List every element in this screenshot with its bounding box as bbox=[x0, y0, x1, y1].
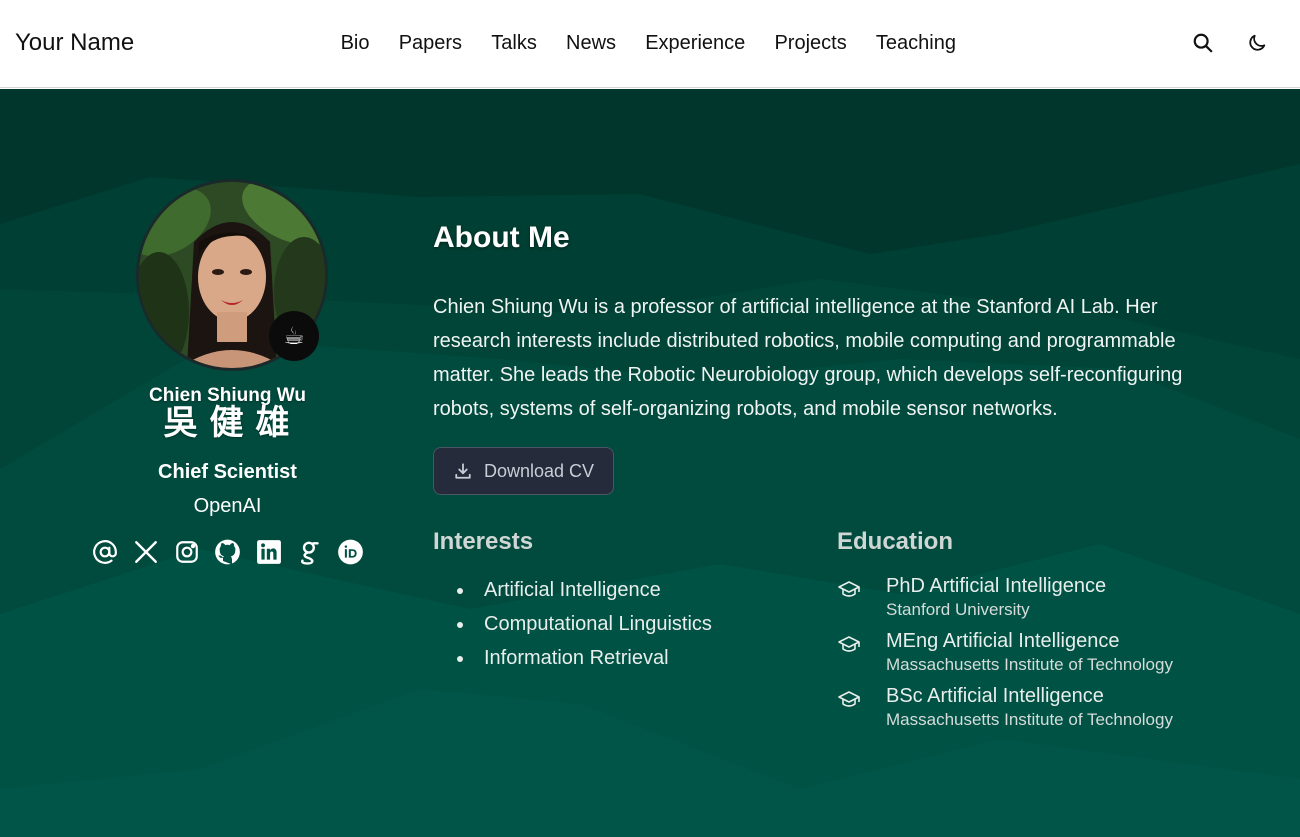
about-bio: Chien Shiung Wu is a professor of artifi… bbox=[433, 296, 1183, 420]
education-title: Education bbox=[837, 528, 954, 555]
nav-link-teaching[interactable]: Teaching bbox=[861, 30, 970, 56]
x-icon bbox=[134, 540, 157, 563]
nav-links: Bio Papers Talks News Experience Project… bbox=[326, 30, 971, 56]
list-item: Computational Linguistics bbox=[433, 607, 813, 641]
interest-label: Artificial Intelligence bbox=[484, 579, 661, 601]
bullet bbox=[457, 622, 463, 628]
avatar-wrapper: ☕ bbox=[136, 179, 328, 371]
education-school: Stanford University bbox=[886, 600, 1030, 619]
profile-name-cjk: 吳健雄 bbox=[163, 403, 302, 443]
orcid-link[interactable] bbox=[337, 538, 364, 565]
linkedin-icon bbox=[256, 539, 281, 564]
list-item: BSc Artificial Intelligence Massachusett… bbox=[837, 683, 1257, 738]
list-item: Artificial Intelligence bbox=[433, 573, 813, 607]
instagram-icon bbox=[175, 540, 198, 563]
moon-icon bbox=[1249, 34, 1266, 51]
bullet bbox=[457, 656, 463, 662]
search-icon bbox=[1193, 33, 1213, 53]
list-item: Information Retrieval bbox=[433, 641, 813, 675]
education-school: Massachusetts Institute of Technology bbox=[886, 710, 1173, 729]
search-button[interactable] bbox=[1190, 30, 1216, 56]
nav-link-bio[interactable]: Bio bbox=[326, 30, 384, 56]
nav-link-news[interactable]: News bbox=[551, 30, 630, 56]
interests-title: Interests bbox=[433, 528, 534, 555]
education-degree: MEng Artificial Intelligence bbox=[886, 630, 1120, 652]
nav-tools bbox=[1190, 30, 1270, 56]
github-link[interactable] bbox=[214, 538, 241, 565]
status-badge: ☕ bbox=[269, 311, 319, 361]
download-cv-label: Download CV bbox=[484, 460, 595, 481]
nav-link-talks[interactable]: Talks bbox=[477, 30, 552, 56]
education-degree: PhD Artificial Intelligence bbox=[886, 575, 1107, 597]
about-title: About Me bbox=[433, 221, 570, 254]
education-list: PhD Artificial Intelligence Stanford Uni… bbox=[837, 573, 1257, 738]
education-section: Education PhD Artificial Intelligence St… bbox=[837, 527, 1257, 738]
google-scholar-icon bbox=[300, 541, 319, 565]
navbar: Your Name Bio Papers Talks News Experien… bbox=[0, 0, 1300, 88]
hero-section: ☕ Chien Shiung Wu 吳健雄 Chief Scientist Op… bbox=[0, 89, 1300, 837]
social-links bbox=[90, 538, 365, 565]
download-cv-button[interactable]: Download CV bbox=[433, 447, 614, 495]
education-degree: BSc Artificial Intelligence bbox=[886, 685, 1104, 707]
list-item: PhD Artificial Intelligence Stanford Uni… bbox=[837, 573, 1257, 628]
profile-role: Chief Scientist bbox=[158, 461, 297, 483]
nav-link-experience[interactable]: Experience bbox=[631, 30, 760, 56]
x-link[interactable] bbox=[132, 538, 159, 565]
graduation-cap-icon bbox=[838, 581, 860, 597]
interest-label: Computational Linguistics bbox=[484, 613, 712, 635]
email-icon bbox=[92, 539, 117, 564]
brand-link[interactable]: Your Name bbox=[15, 28, 134, 58]
graduation-cap-icon bbox=[838, 636, 860, 652]
google-scholar-link[interactable] bbox=[296, 538, 323, 565]
list-item: MEng Artificial Intelligence Massachuset… bbox=[837, 628, 1257, 683]
theme-toggle-button[interactable] bbox=[1244, 30, 1270, 56]
about-section: About Me Chien Shiung Wu is a professor … bbox=[433, 220, 1233, 495]
interests-list: Artificial Intelligence Computational Li… bbox=[433, 573, 813, 675]
interests-section: Interests Artificial Intelligence Comput… bbox=[433, 527, 813, 675]
email-link[interactable] bbox=[91, 538, 118, 565]
bullet bbox=[457, 588, 463, 594]
profile-organization: OpenAI bbox=[193, 495, 262, 517]
education-school: Massachusetts Institute of Technology bbox=[886, 655, 1173, 674]
linkedin-link[interactable] bbox=[255, 538, 282, 565]
instagram-link[interactable] bbox=[173, 538, 200, 565]
interest-label: Information Retrieval bbox=[484, 647, 669, 669]
download-icon bbox=[455, 463, 471, 479]
nav-link-projects[interactable]: Projects bbox=[760, 30, 861, 56]
graduation-cap-icon bbox=[838, 691, 860, 707]
nav-link-papers[interactable]: Papers bbox=[384, 30, 477, 56]
github-icon bbox=[215, 539, 240, 564]
orcid-icon bbox=[338, 539, 363, 564]
